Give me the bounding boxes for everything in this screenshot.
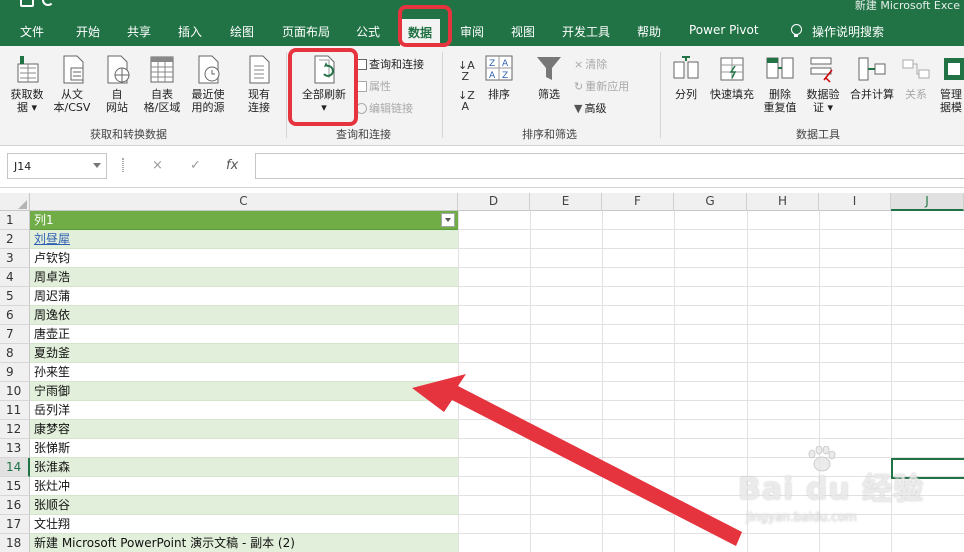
baidu-watermark: Bai du 经验 jingyan.baidu.com <box>738 446 958 526</box>
